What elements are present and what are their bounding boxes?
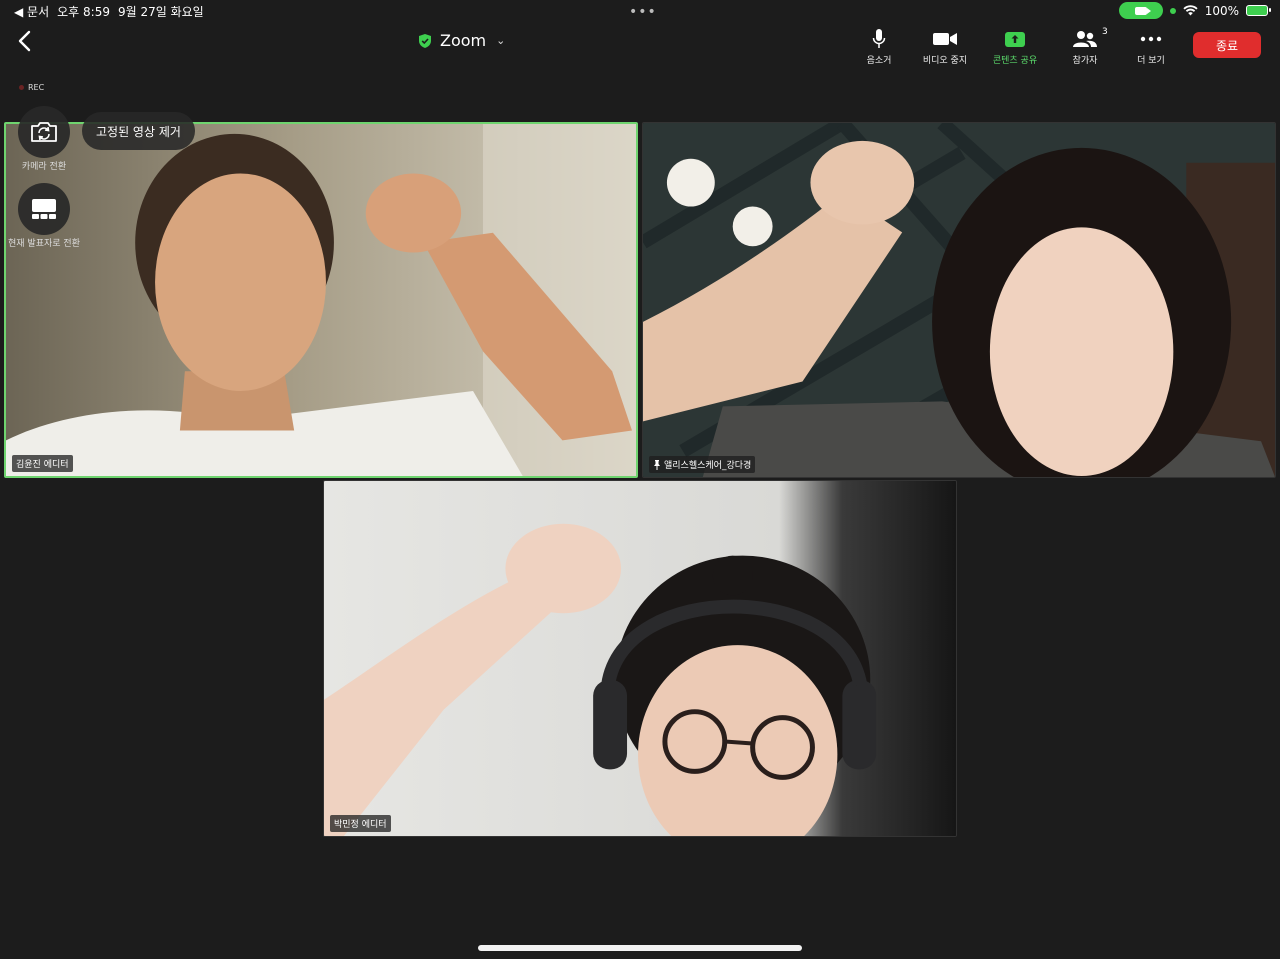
- participant-name-tag: 김윤진 에디터: [12, 455, 73, 472]
- battery-percent: 100%: [1204, 3, 1239, 18]
- privacy-dot-icon: [1169, 7, 1176, 14]
- participants-button[interactable]: 3 참가자: [1052, 26, 1118, 66]
- status-date: 9월 27일 화요일: [117, 5, 204, 19]
- participants-icon: [1073, 31, 1097, 47]
- participant-name-tag: 앨리스헬스케어_강다경: [649, 456, 756, 473]
- chevron-down-icon: ⌄: [496, 34, 506, 47]
- participant-name: 박민정 에디터: [334, 820, 387, 830]
- meeting-title: Zoom: [440, 31, 487, 50]
- microphone-icon: [872, 29, 886, 48]
- unpin-video-button[interactable]: 고정된 영상 제거: [82, 112, 195, 150]
- switch-camera-button[interactable]: [18, 106, 70, 158]
- multitasking-dots-icon[interactable]: •••: [629, 4, 657, 20]
- video-camera-icon: [933, 33, 957, 45]
- recording-label: REC: [28, 83, 45, 92]
- switch-to-speaker-view-label: 현재 발표자로 전환: [8, 239, 80, 249]
- participant-name: 앨리스헬스케어_강다경: [664, 461, 752, 471]
- more-dots-icon: [1140, 36, 1162, 42]
- camera-switch-icon: [31, 122, 57, 142]
- participants-label: 참가자: [1072, 56, 1098, 66]
- battery-icon: [1246, 5, 1271, 16]
- pin-icon: [654, 459, 660, 470]
- video-tile-pinned[interactable]: 김윤진 에디터: [4, 122, 638, 478]
- wifi-icon: [1183, 5, 1198, 16]
- participant-name-tag: 박민정 에디터: [330, 815, 391, 832]
- recording-dot-icon: [19, 85, 24, 90]
- floating-controls: 카메라 전환 현재 발표자로 전환: [6, 106, 82, 250]
- mute-button[interactable]: 음소거: [846, 26, 912, 66]
- back-button[interactable]: [12, 28, 36, 54]
- share-content-label: 콘텐츠 공유: [992, 56, 1038, 66]
- participant-video-feed: [643, 123, 1275, 477]
- stop-video-button[interactable]: 비디오 중지: [912, 26, 978, 66]
- video-tile[interactable]: 박민정 에디터: [323, 480, 957, 837]
- more-label: 더 보기: [1137, 56, 1165, 66]
- participant-video-feed: [6, 124, 636, 476]
- end-meeting-button[interactable]: 종료: [1193, 32, 1261, 58]
- recording-indicator: REC: [19, 83, 44, 92]
- meeting-title-dropdown[interactable]: Zoom ⌄: [418, 31, 505, 50]
- meeting-toolbar: Zoom ⌄ 음소거 비디오 중지 콘텐츠 공유 3 참가자 더 보기 종료: [0, 22, 1280, 72]
- participant-name: 김윤진 에디터: [16, 460, 69, 470]
- status-time: 오후 8:59: [57, 5, 110, 19]
- switch-camera-label: 카메라 전환: [21, 162, 67, 172]
- share-content-button[interactable]: 콘텐츠 공유: [982, 26, 1048, 66]
- status-bar: ◀ 문서 오후 8:59 9월 27일 화요일 ••• 100%: [0, 0, 1280, 22]
- participant-video-feed: [324, 481, 956, 836]
- video-tile[interactable]: 앨리스헬스케어_강다경: [642, 122, 1276, 478]
- home-indicator[interactable]: [478, 945, 802, 951]
- camera-in-use-indicator: [1118, 2, 1163, 19]
- chevron-left-icon: [18, 30, 31, 52]
- stop-video-label: 비디오 중지: [922, 56, 968, 66]
- share-screen-icon: [1005, 31, 1025, 47]
- shield-check-icon: [419, 33, 431, 48]
- back-to-app-link[interactable]: ◀ 문서: [14, 3, 49, 20]
- participants-count: 3: [1102, 27, 1108, 37]
- switch-to-speaker-view-button[interactable]: [18, 183, 70, 235]
- speaker-view-icon: [32, 199, 56, 219]
- mute-label: 음소거: [866, 56, 892, 66]
- more-button[interactable]: 더 보기: [1118, 26, 1184, 66]
